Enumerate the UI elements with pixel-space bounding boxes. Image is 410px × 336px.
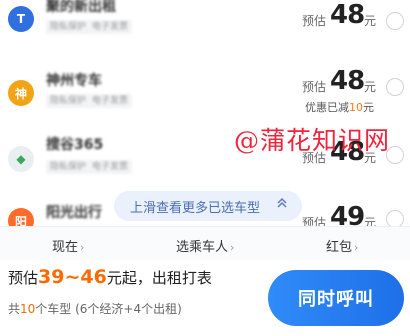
discount-prefix: 优惠已减 xyxy=(305,101,349,114)
price-0: 48 xyxy=(330,0,365,30)
ride-name-3: 阳光出行 xyxy=(46,205,102,221)
select-checkbox-0[interactable] xyxy=(386,12,404,30)
call-all-button[interactable]: 同时呼叫 xyxy=(268,270,404,326)
ride-logo-1: 神 xyxy=(8,80,34,106)
options-bar: 现在 › 选乘车人 › 红包 › xyxy=(0,226,410,260)
ride-name-1: 神州专车 xyxy=(46,73,102,89)
ride-logo-3: 阳 xyxy=(8,208,34,226)
ride-item-1[interactable]: 神 神州专车 隐私保护 电子发票 预估 48 元 优惠已减10元 xyxy=(0,56,410,122)
chevron-right-icon: › xyxy=(354,241,359,254)
ride-name-2: 搜谷365 xyxy=(46,137,104,153)
watermark-text: @蒲花知识网 xyxy=(234,126,391,155)
summary-suffix: 元起，出租打表 xyxy=(106,269,212,287)
price-1: 48 xyxy=(330,66,365,96)
unit-1: 元 xyxy=(364,80,377,94)
select-checkbox-1[interactable] xyxy=(386,78,404,96)
ride-tag-2-a: 隐私保护 xyxy=(46,160,91,174)
unit-3: 元 xyxy=(364,216,377,226)
coupon-option[interactable]: 红包 › xyxy=(326,236,358,255)
discount-amount: 10 xyxy=(349,101,363,114)
slide-up-hint[interactable]: 上滑查看更多已选车型 xyxy=(114,191,302,221)
bottom-panel: 预估39~46元起，出租打表 共10个车型 (6个经济+4个出租) 同时呼叫 xyxy=(0,260,410,336)
price-3: 49 xyxy=(330,202,365,226)
ride-logo-2: ◆ xyxy=(8,146,34,172)
chevron-up-icon xyxy=(276,196,288,214)
ride-logo-0: T xyxy=(8,6,34,32)
ride-tag-0-b: 电子发票 xyxy=(88,20,133,34)
price-summary: 预估39~46元起，出租打表 xyxy=(8,266,212,288)
ride-item-0[interactable]: T 聚的新出租 隐私保护 电子发票 预估 48 元 xyxy=(0,0,410,52)
price-range: 39~46 xyxy=(38,266,107,288)
chevron-right-icon: › xyxy=(230,241,235,254)
vehicle-count: 共10个车型 (6个经济+4个出租) xyxy=(8,300,182,317)
select-checkbox-3[interactable] xyxy=(386,210,404,226)
ride-tag-1-b: 电子发票 xyxy=(88,94,133,108)
count-number: 10 xyxy=(20,302,36,316)
slide-hint-text: 上滑查看更多已选车型 xyxy=(130,200,261,216)
time-option-label: 现在 xyxy=(52,240,79,255)
ride-list: T 聚的新出租 隐私保护 电子发票 预估 48 元 神 神州专车 隐私保护 电子… xyxy=(0,0,410,226)
passenger-option-label: 选乘车人 xyxy=(176,240,229,255)
coupon-option-label: 红包 xyxy=(326,240,353,255)
estimate-label-0: 预估 xyxy=(302,14,327,28)
chevron-right-icon: › xyxy=(80,241,85,254)
estimate-label-1: 预估 xyxy=(302,80,327,94)
unit-0: 元 xyxy=(364,14,377,28)
count-suffix: 个车型 (6个经济+4个出租) xyxy=(35,302,182,316)
discount-suffix: 元 xyxy=(363,101,374,114)
discount-note-1: 优惠已减10元 xyxy=(305,99,374,115)
summary-prefix: 预估 xyxy=(8,269,39,287)
estimate-label-3: 预估 xyxy=(302,216,327,226)
ride-name-0: 聚的新出租 xyxy=(46,0,116,15)
passenger-option[interactable]: 选乘车人 › xyxy=(176,236,234,255)
ride-tag-1-a: 隐私保护 xyxy=(46,94,91,108)
ride-hailing-screen: T 聚的新出租 隐私保护 电子发票 预估 48 元 神 神州专车 隐私保护 电子… xyxy=(0,0,410,336)
ride-tag-2-b: 电子发票 xyxy=(88,160,133,174)
time-option[interactable]: 现在 › xyxy=(52,236,84,255)
count-prefix: 共 xyxy=(8,302,21,316)
ride-tag-0-a: 隐私保护 xyxy=(46,20,91,34)
